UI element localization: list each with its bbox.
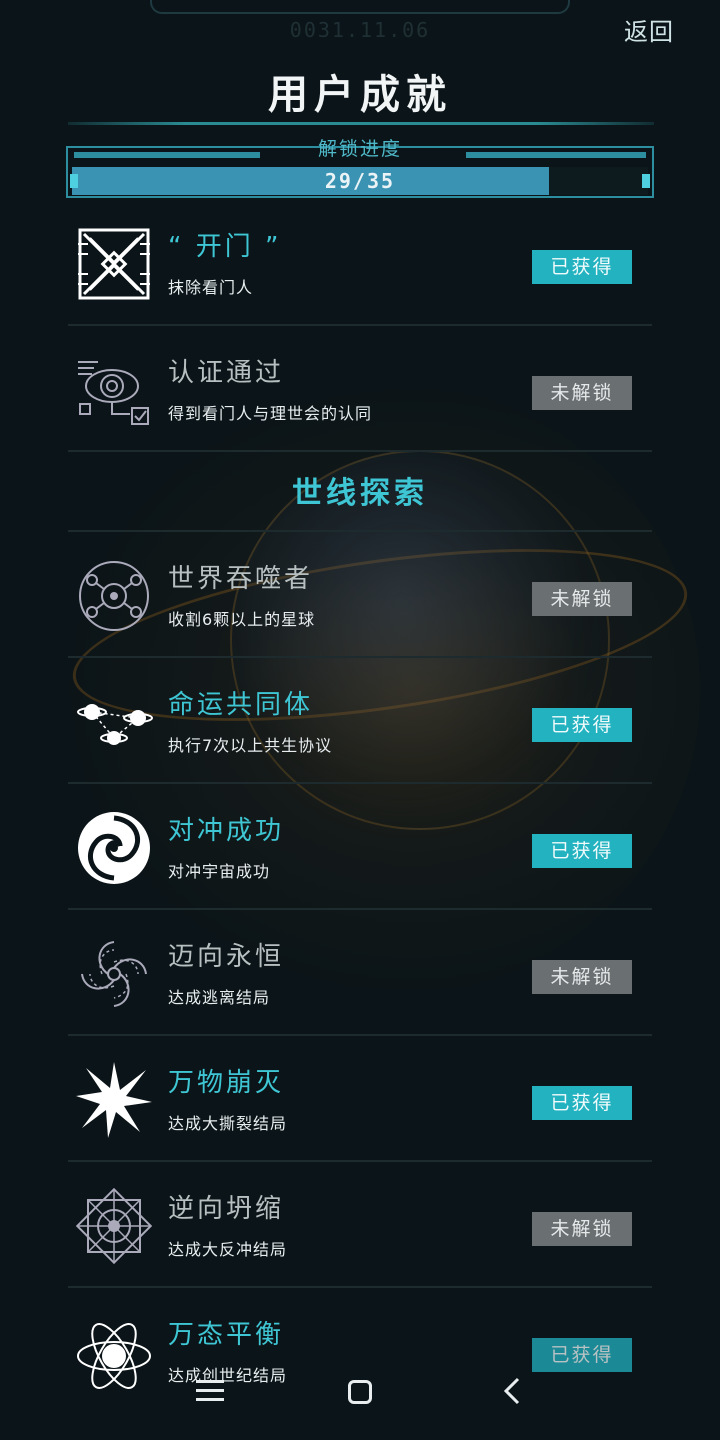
section-title: 世线探索	[292, 476, 428, 511]
achievement-name: 对冲成功	[168, 816, 285, 846]
achievement-row[interactable]: 世界吞噬者 收割6颗以上的星球 未解锁	[68, 532, 652, 658]
status-badge: 未解锁	[532, 376, 632, 410]
back-arrow-icon[interactable]	[500, 1376, 524, 1406]
planet-devourer-icon	[74, 556, 154, 636]
mandala-icon	[74, 1186, 154, 1266]
title-divider	[68, 122, 654, 125]
achievement-row[interactable]: “ 开门 ” 抹除看门人 已获得	[68, 200, 652, 326]
achievement-name: 认证通过	[168, 358, 285, 388]
gate-icon	[74, 224, 154, 304]
spiral-galaxy-icon	[74, 934, 154, 1014]
achievement-name: “ 开门 ”	[168, 232, 282, 262]
status-badge: 未解锁	[532, 582, 632, 616]
achievement-row[interactable]: 逆向坍缩 达成大反冲结局 未解锁	[68, 1162, 652, 1288]
burst-icon	[74, 1060, 154, 1140]
achievement-desc: 得到看门人与理世会的认同	[168, 404, 373, 423]
page-title: 用户成就	[268, 72, 452, 118]
home-icon[interactable]	[348, 1380, 372, 1404]
achievement-desc: 达成大撕裂结局	[168, 1114, 288, 1133]
achievement-row[interactable]: 认证通过 得到看门人与理世会的认同 未解锁	[68, 326, 652, 452]
achievement-desc: 对冲宇宙成功	[168, 862, 271, 881]
progress-count: 29/35	[324, 169, 396, 193]
status-badge: 已获得	[532, 834, 632, 868]
status-badge: 已获得	[532, 250, 632, 284]
status-badge: 已获得	[532, 1086, 632, 1120]
achievement-name: 万态平衡	[168, 1320, 285, 1350]
achievement-row[interactable]: 命运共同体 执行7次以上共生协议 已获得	[68, 658, 652, 784]
achievement-name: 逆向坍缩	[168, 1194, 285, 1224]
back-button[interactable]: 返回	[624, 12, 674, 47]
achievement-desc: 抹除看门人	[168, 278, 254, 297]
achievement-desc: 执行7次以上共生协议	[168, 736, 333, 755]
achievement-name: 世界吞噬者	[168, 564, 314, 594]
achievement-row[interactable]: 万物崩灭 达成大撕裂结局 已获得	[68, 1036, 652, 1162]
achievement-name: 命运共同体	[168, 690, 314, 720]
top-frame	[150, 0, 570, 14]
status-badge: 已获得	[532, 708, 632, 742]
eye-verify-icon	[74, 350, 154, 430]
achievement-desc: 达成逃离结局	[168, 988, 271, 1007]
achievement-desc: 收割6颗以上的星球	[168, 610, 316, 629]
achievement-row[interactable]: 对冲成功 对冲宇宙成功 已获得	[68, 784, 652, 910]
system-navbar	[0, 1362, 720, 1422]
status-badge: 未解锁	[532, 960, 632, 994]
vortex-icon	[74, 808, 154, 888]
menu-icon[interactable]	[196, 1380, 224, 1402]
achievement-row[interactable]: 迈向永恒 达成逃离结局 未解锁	[68, 910, 652, 1036]
achievement-name: 万物崩灭	[168, 1068, 285, 1098]
achievement-desc: 达成大反冲结局	[168, 1240, 288, 1259]
status-badge: 未解锁	[532, 1212, 632, 1246]
linked-planets-icon	[74, 682, 154, 762]
achievement-name: 迈向永恒	[168, 942, 285, 972]
progress-label: 解锁进度	[317, 138, 402, 160]
date-display: 0031.11.06	[289, 18, 431, 42]
